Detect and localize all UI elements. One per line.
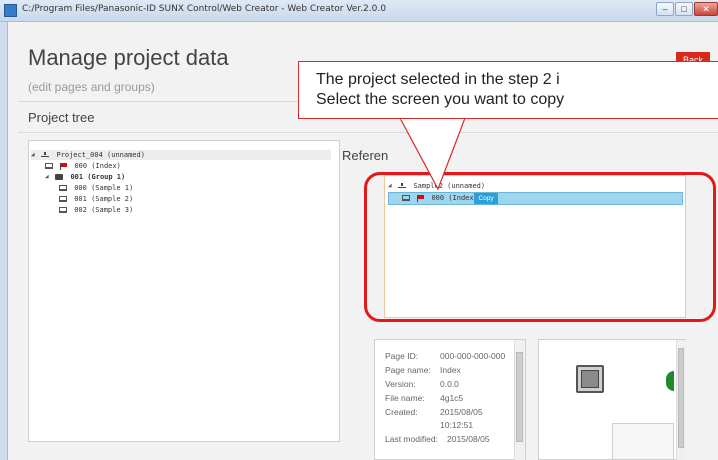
maximize-button[interactable]: □ xyxy=(675,2,693,16)
page-name-label: Page name: xyxy=(385,365,431,375)
monitor-icon xyxy=(59,207,67,213)
minimize-button[interactable]: – xyxy=(656,2,674,16)
monitor-icon xyxy=(45,163,53,169)
callout-pointer xyxy=(398,117,466,191)
preview-box-shape xyxy=(612,423,674,460)
monitor-icon xyxy=(59,196,67,202)
tree-page-row[interactable]: 001 (Sample 2) xyxy=(59,194,133,204)
page-title: Manage project data xyxy=(28,45,229,70)
callout-line-1: The project selected in the step 2 i xyxy=(316,71,560,88)
last-modified-value: 2015/08/05 xyxy=(447,434,490,444)
window-frame xyxy=(0,22,8,460)
preview-button-shape xyxy=(576,365,604,393)
tree-index-row[interactable]: 000 (Index) xyxy=(45,161,121,171)
version-value: 0.0.0 xyxy=(440,379,459,389)
expand-icon[interactable]: ◢ xyxy=(31,150,37,160)
page-name-value: Index xyxy=(440,365,461,375)
monitor-icon xyxy=(59,185,67,191)
created-date: 2015/08/05 xyxy=(440,407,483,417)
last-modified-label: Last modified: xyxy=(385,434,438,444)
tree-page-row[interactable]: 002 (Sample 3) xyxy=(59,205,133,215)
tree-root-label: Project_004 (unnamed) xyxy=(56,151,145,159)
window-title: C:/Program Files/Panasonic-ID SUNX Contr… xyxy=(22,4,386,14)
page-id-label: Page ID: xyxy=(385,351,419,361)
file-name-value: 4g1c5 xyxy=(440,393,464,403)
page-id-value: 000-000-000-000 xyxy=(440,351,506,361)
file-name-label: File name: xyxy=(385,393,425,403)
preview-scroll-thumb[interactable] xyxy=(678,348,684,448)
tree-root-row[interactable]: ◢ Project_004 (unnamed) xyxy=(31,150,331,160)
created-time: 10:12:51 xyxy=(440,420,474,430)
callout-text: The project selected in the step 2 i Sel… xyxy=(316,70,564,110)
tree-index-label: 000 (Index) xyxy=(74,162,121,170)
details-scroll-thumb[interactable] xyxy=(516,352,523,442)
callout-line-2: Select the screen you want to copy xyxy=(316,91,565,108)
flag-icon xyxy=(60,163,68,170)
project-root-icon xyxy=(41,151,50,159)
close-button[interactable]: ✕ xyxy=(694,2,718,16)
tree-page-label: 001 (Sample 2) xyxy=(74,195,134,203)
project-tree-title: Project tree xyxy=(28,110,95,125)
tree-page-label: 002 (Sample 3) xyxy=(74,206,134,214)
tree-group-row[interactable]: ◢ 001 (Group 1) xyxy=(45,172,125,182)
created-label: Created: xyxy=(385,407,418,417)
window-titlebar: C:/Program Files/Panasonic-ID SUNX Contr… xyxy=(0,0,718,22)
app-icon xyxy=(4,4,17,17)
page-subtitle: (edit pages and groups) xyxy=(28,80,155,94)
tree-page-label: 000 (Sample 1) xyxy=(74,184,134,192)
page-details-panel: Page ID: 000-000-000-000 Page name: Inde… xyxy=(374,339,526,460)
folder-icon xyxy=(55,174,64,180)
version-label: Version: xyxy=(385,379,416,389)
tree-page-row[interactable]: 000 (Sample 1) xyxy=(59,183,133,193)
expand-icon[interactable]: ◢ xyxy=(45,172,51,182)
preview-green-shape xyxy=(666,371,674,391)
preview-button-inner xyxy=(581,370,599,388)
tree-group-label: 001 (Group 1) xyxy=(70,173,126,181)
